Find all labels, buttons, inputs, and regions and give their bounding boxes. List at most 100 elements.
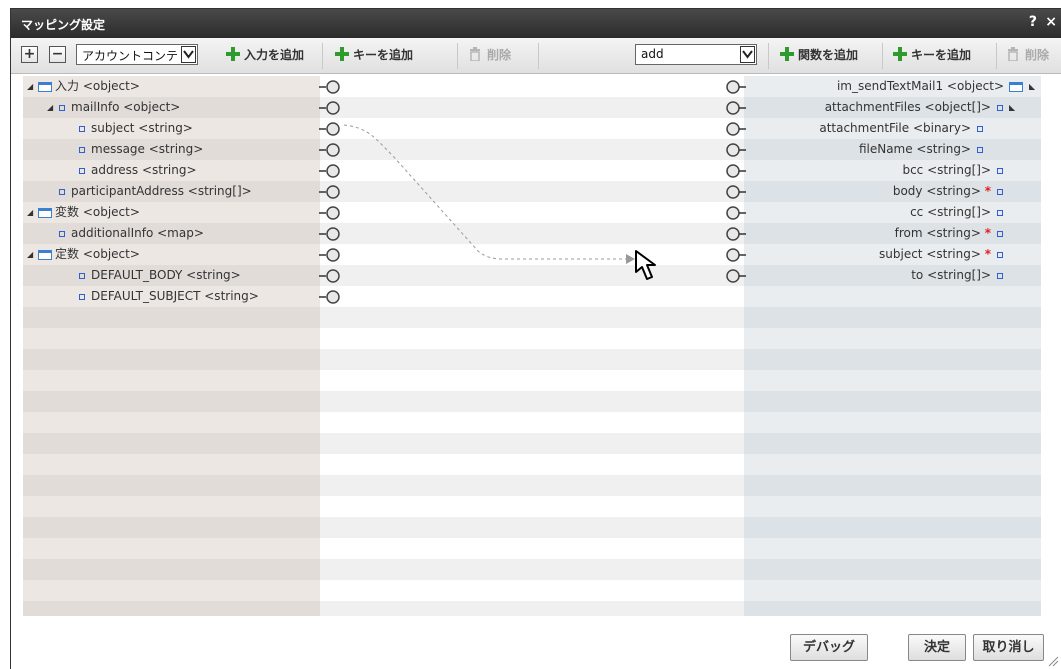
help-button[interactable]: ? (1029, 14, 1037, 30)
tree-node-to[interactable]: to <string[]> (911, 265, 1003, 286)
collapse-all-button[interactable]: − (49, 46, 66, 63)
tree-node-label: message <string> (91, 142, 204, 156)
tree-node-attachmentfile[interactable]: attachmentFile <binary> (819, 118, 983, 139)
stripe-cell (23, 391, 320, 412)
debug-button[interactable]: デバッグ (790, 634, 868, 661)
tree-node-variables[interactable]: ◢ 変数 <object> (27, 202, 140, 223)
delete-left-label: 削除 (487, 48, 512, 62)
stripe-cell (744, 307, 1041, 328)
left-source-select[interactable]: アカウントコンテ (76, 44, 198, 65)
stripe-cell (320, 412, 744, 433)
tree-node-constants[interactable]: ◢ 定数 <object> (27, 244, 140, 265)
tree-node-message[interactable]: message <string> (77, 139, 203, 160)
input-connector-icon[interactable] (719, 164, 747, 178)
row-stripe (23, 559, 1041, 580)
tree-node-label: attachmentFile <binary> (819, 121, 971, 135)
tree-node-default-subject[interactable]: DEFAULT_SUBJECT <string> (77, 286, 259, 307)
leaf-icon (997, 251, 1003, 258)
resize-grip-icon[interactable] (1047, 655, 1059, 667)
add-function-button[interactable]: 関数を追加 (780, 44, 858, 66)
add-key-right-button[interactable]: キーを追加 (893, 44, 971, 66)
output-connector-icon[interactable] (319, 164, 347, 178)
ok-button[interactable]: 決定 (908, 634, 966, 661)
tree-node-label: participantAddress <string[]> (71, 184, 252, 198)
leaf-icon (997, 188, 1003, 195)
add-key-left-button[interactable]: キーを追加 (335, 44, 413, 66)
stripe-cell (23, 475, 320, 496)
output-connector-icon[interactable] (319, 269, 347, 283)
function-select[interactable]: add (635, 44, 757, 65)
mapping-area: ◢ 入力 <object> ◢ mailInfo <object> subject … (23, 76, 1041, 616)
toolbar-divider (457, 43, 458, 69)
stripe-cell (320, 370, 744, 391)
output-connector-icon[interactable] (319, 185, 347, 199)
output-connector-icon[interactable] (319, 227, 347, 241)
toolbar-divider (996, 43, 997, 69)
tree-node-label: im_sendTextMail1 <object> (836, 79, 1004, 93)
tree-node-cc[interactable]: cc <string[]> (910, 202, 1003, 223)
input-connector-icon[interactable] (719, 101, 747, 115)
input-connector-icon[interactable] (719, 206, 747, 220)
leaf-icon (79, 293, 85, 300)
tree-node-from[interactable]: from <string> * (895, 223, 1003, 244)
title-bar: マッピング設定 ? × (11, 9, 1061, 38)
delete-left-button[interactable]: 削除 (469, 44, 511, 66)
stripe-cell (744, 328, 1041, 349)
tree-node-address[interactable]: address <string> (77, 160, 197, 181)
input-connector-icon[interactable] (719, 80, 747, 94)
leaf-icon (997, 230, 1003, 237)
row-stripe (23, 496, 1041, 517)
row-stripe (23, 202, 1041, 223)
output-connector-icon[interactable] (319, 101, 347, 115)
tree-node-default-body[interactable]: DEFAULT_BODY <string> (77, 265, 241, 286)
cancel-button[interactable]: 取り消し (973, 634, 1044, 661)
input-connector-icon[interactable] (719, 227, 747, 241)
output-connector-icon[interactable] (319, 122, 347, 136)
stripe-cell (23, 433, 320, 454)
object-icon (38, 249, 52, 260)
tree-node-mailinfo[interactable]: ◢ mailInfo <object> (47, 97, 180, 118)
input-connector-icon[interactable] (719, 248, 747, 262)
input-connector-icon[interactable] (719, 143, 747, 157)
tree-node-additional-info[interactable]: additionalInfo <map> (57, 223, 204, 244)
output-connector-icon[interactable] (319, 80, 347, 94)
close-button[interactable]: × (1045, 14, 1057, 30)
stripe-cell (744, 391, 1041, 412)
row-stripe (23, 328, 1041, 349)
tree-node-label: 定数 <object> (55, 247, 140, 261)
output-connector-icon[interactable] (319, 290, 347, 304)
tree-node-attachmentfiles[interactable]: attachmentFiles <object[]> ◣ (825, 97, 1019, 118)
chevron-down-icon (181, 46, 196, 63)
add-input-button[interactable]: 入力を追加 (226, 44, 304, 66)
output-connector-icon[interactable] (319, 248, 347, 262)
expand-all-button[interactable]: + (21, 46, 38, 63)
stripe-cell (23, 370, 320, 391)
leaf-icon (59, 230, 65, 237)
input-connector-icon[interactable] (719, 269, 747, 283)
tree-node-im-sendtextmail1[interactable]: im_sendTextMail1 <object> ◣ (837, 76, 1039, 97)
tree-node-body[interactable]: body <string> * (893, 181, 1003, 202)
leaf-icon (997, 272, 1003, 279)
plus-icon (893, 46, 907, 61)
toolbar-divider (882, 43, 883, 69)
tree-node-input[interactable]: ◢ 入力 <object> (27, 76, 140, 97)
tree-node-participant-address[interactable]: participantAddress <string[]> (57, 181, 252, 202)
tree-node-subject-target[interactable]: subject <string> * (879, 244, 1003, 265)
stripe-cell (744, 286, 1041, 307)
tree-node-subject[interactable]: subject <string> (77, 118, 193, 139)
toolbar-divider (322, 43, 323, 69)
stripe-cell (23, 349, 320, 370)
tree-node-filename[interactable]: fileName <string> (859, 139, 983, 160)
stripe-cell (744, 559, 1041, 580)
leaf-icon (977, 146, 983, 153)
stripe-cell (23, 307, 320, 328)
expanded-triangle-icon: ◢ (27, 208, 34, 217)
output-connector-icon[interactable] (319, 206, 347, 220)
input-connector-icon[interactable] (719, 122, 747, 136)
row-stripe (23, 601, 1041, 616)
input-connector-icon[interactable] (719, 185, 747, 199)
delete-right-button[interactable]: 削除 (1007, 44, 1049, 66)
tree-node-bcc[interactable]: bcc <string[]> (902, 160, 1003, 181)
output-connector-icon[interactable] (319, 143, 347, 157)
stripe-cell (23, 601, 320, 616)
